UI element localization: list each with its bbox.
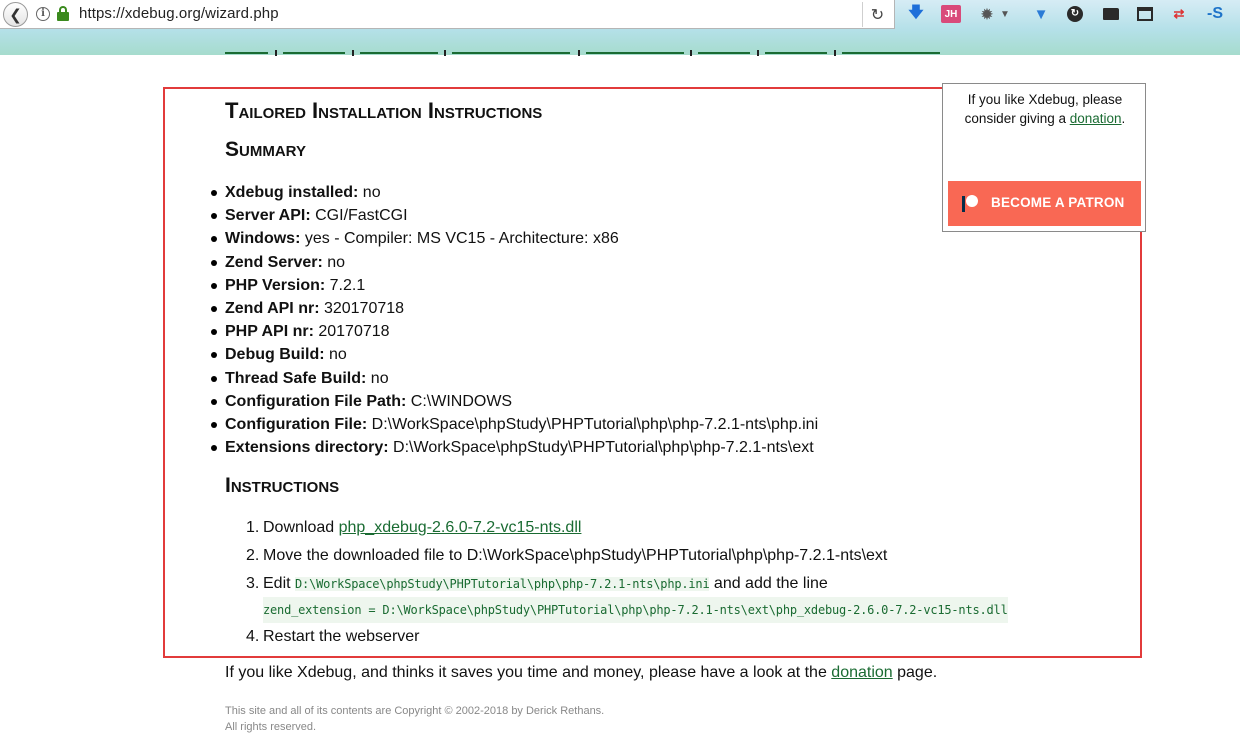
sidebar-text-end: . xyxy=(1121,111,1126,126)
sync-arrows-icon[interactable]: ⇄ xyxy=(1170,3,1188,25)
nav-link[interactable] xyxy=(225,50,268,54)
summary-list: Xdebug installed: no Server API: CGI/Fas… xyxy=(208,181,818,459)
window-icon[interactable] xyxy=(1135,3,1155,25)
summary-item: Zend Server: no xyxy=(208,251,818,274)
back-arrow-icon[interactable]: ❮ xyxy=(3,2,28,27)
nav-link[interactable] xyxy=(452,50,570,54)
download-icon[interactable]: 🡇 xyxy=(907,3,925,25)
page-title: Tailored Installation Instructions xyxy=(225,98,543,123)
address-bar[interactable]: ❮ i https://xdebug.org/wizard.php ↻ xyxy=(0,0,895,29)
zend-extension-line: zend_extension = D:\WorkSpace\phpStudy\P… xyxy=(263,597,1008,623)
become-patron-button[interactable]: BECOME A PATRON xyxy=(948,181,1141,226)
summary-item: Extensions directory: D:\WorkSpace\phpSt… xyxy=(208,436,818,459)
nav-link[interactable] xyxy=(360,50,438,54)
summary-item: Debug Build: no xyxy=(208,343,818,366)
url-text[interactable]: https://xdebug.org/wizard.php xyxy=(79,5,279,22)
summary-heading: Summary xyxy=(225,138,306,161)
summary-item: Xdebug installed: no xyxy=(208,181,818,204)
nav-link[interactable] xyxy=(698,50,750,54)
jh-extension-icon[interactable]: JH xyxy=(941,5,961,23)
nav-link[interactable] xyxy=(842,50,940,54)
patreon-logo-icon xyxy=(962,195,980,213)
history-icon[interactable]: ↻ xyxy=(1066,3,1084,25)
nav-link[interactable] xyxy=(586,50,684,54)
copyright-line: This site and all of its contents are Co… xyxy=(225,705,605,717)
step-move-file: 2. Move the downloaded file to D:\WorkSpa… xyxy=(246,547,888,564)
rights-line: All rights reserved. xyxy=(225,721,317,733)
top-navigation-remnant xyxy=(225,50,940,58)
donation-paragraph: If you like Xdebug, and thinks it saves … xyxy=(225,664,938,681)
summary-item: PHP Version: 7.2.1 xyxy=(208,274,818,297)
folder-icon[interactable] xyxy=(1101,3,1121,25)
footer-donation-link[interactable]: donation xyxy=(831,664,892,681)
info-icon[interactable]: i xyxy=(36,7,50,21)
nav-link[interactable] xyxy=(283,50,345,54)
instruction-steps: 1. Download php_xdebug-2.6.0-7.2-vc15-nts… xyxy=(246,515,1008,650)
step-download: 1. Download php_xdebug-2.6.0-7.2-vc15-nts… xyxy=(246,519,582,536)
summary-item: PHP API nr: 20170718 xyxy=(208,320,818,343)
php-ini-path: D:\WorkSpace\phpStudy\PHPTutorial\php\ph… xyxy=(295,577,710,591)
summary-item: Configuration File Path: C:\WINDOWS xyxy=(208,390,818,413)
s-extension-icon[interactable]: -S xyxy=(1204,3,1226,25)
summary-item: Thread Safe Build: no xyxy=(208,367,818,390)
patron-button-label: BECOME A PATRON xyxy=(991,195,1125,210)
lock-icon xyxy=(57,6,69,22)
summary-item: Configuration File: D:\WorkSpace\phpStud… xyxy=(208,413,818,436)
step-edit-ini: 3. Edit D:\WorkSpace\phpStudy\PHPTutorial… xyxy=(246,571,1008,624)
summary-item: Zend API nr: 320170718 xyxy=(208,297,818,320)
donation-sidebar: If you like Xdebug, please consider givi… xyxy=(942,83,1146,232)
summary-item: Server API: CGI/FastCGI xyxy=(208,204,818,227)
sidebar-donation-link[interactable]: donation xyxy=(1070,111,1122,126)
step-restart: 4. Restart the webserver xyxy=(246,628,420,645)
nav-link[interactable] xyxy=(765,50,827,54)
chevron-down-icon[interactable]: ▼ xyxy=(1000,3,1010,25)
xdebug-dll-download-link[interactable]: php_xdebug-2.6.0-7.2-vc15-nts.dll xyxy=(339,519,582,536)
sidebar-donation-text: If you like Xdebug, please consider givi… xyxy=(943,90,1147,128)
filter-extension-icon[interactable]: ▼ xyxy=(1032,3,1050,25)
browser-chrome: ❮ i https://xdebug.org/wizard.php ↻ 🡇 JH… xyxy=(0,0,1240,55)
copyright-notice: This site and all of its contents are Co… xyxy=(225,703,604,733)
bug-extension-icon[interactable]: ✹ xyxy=(978,3,996,25)
summary-item: Windows: yes - Compiler: MS VC15 - Archi… xyxy=(208,227,818,250)
instructions-heading: Instructions xyxy=(225,474,340,497)
reload-icon[interactable]: ↻ xyxy=(862,2,892,27)
